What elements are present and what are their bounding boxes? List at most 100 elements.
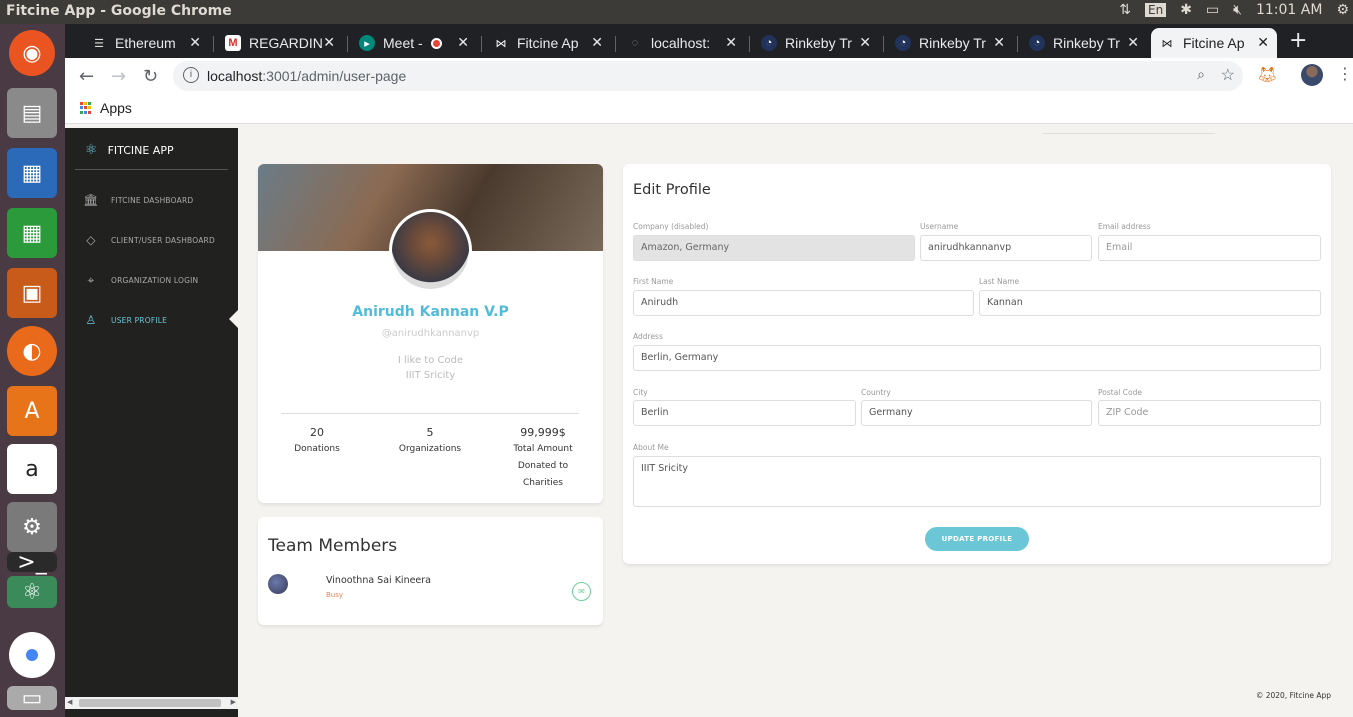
gmail-icon: M: [225, 35, 241, 51]
update-profile-button[interactable]: UPDATE PROFILE: [925, 527, 1029, 551]
user-card: Anirudh Kannan V.P @anirudhkannanvp I li…: [258, 164, 603, 503]
browser-toolbar: ← → ↻ i localhost:3001/admin/user-page ⌕…: [65, 58, 1353, 94]
gear-icon[interactable]: ⚙: [1336, 2, 1349, 18]
edit-profile-title: Edit Profile: [633, 182, 711, 198]
country-label: Country: [861, 388, 891, 397]
user-icon: ♙: [85, 313, 97, 327]
close-tab-icon[interactable]: ✕: [189, 34, 201, 51]
calc-icon[interactable]: ▦: [7, 208, 57, 258]
close-tab-icon[interactable]: ✕: [993, 34, 1005, 51]
writer-icon[interactable]: ▦: [7, 148, 57, 198]
country-field[interactable]: Germany: [861, 400, 1092, 426]
about-label: About Me: [633, 443, 669, 452]
main-content: Anirudh Kannan V.P @anirudhkannanvp I li…: [238, 128, 1353, 717]
city-field[interactable]: Berlin: [633, 400, 856, 426]
stat-donations: 20 Donations: [294, 426, 340, 454]
files-icon[interactable]: ▤: [7, 88, 57, 138]
menu-icon[interactable]: ⋮: [1337, 64, 1353, 83]
tab-meet[interactable]: ▸ Meet - ✕: [351, 28, 477, 58]
etherscan-icon: ◔: [761, 35, 777, 51]
impress-icon[interactable]: ▣: [7, 268, 57, 318]
close-tab-icon[interactable]: ✕: [859, 34, 871, 51]
apps-shortcut[interactable]: Apps: [80, 100, 132, 116]
first-name-label: First Name: [633, 277, 674, 286]
sidebar-item-client-dashboard[interactable]: ◇ CLIENT/USER DASHBOARD: [83, 232, 215, 248]
terminal-icon[interactable]: >_: [7, 550, 57, 575]
forward-icon[interactable]: →: [111, 66, 126, 87]
edit-profile-card: Edit Profile Company (disabled) Amazon, …: [623, 164, 1331, 564]
username-label: Username: [920, 222, 959, 231]
react-logo-icon: ⚛: [85, 142, 98, 158]
message-button[interactable]: ✉: [572, 582, 591, 601]
close-tab-icon[interactable]: ✕: [1127, 34, 1139, 51]
firefox-icon[interactable]: ◐: [7, 326, 57, 376]
company-label: Company (disabled): [633, 222, 709, 231]
bookmark-star-icon[interactable]: ☆: [1221, 65, 1235, 85]
new-tab-button[interactable]: +: [1289, 28, 1307, 53]
clock[interactable]: 11:01 AM: [1256, 2, 1322, 18]
sidebar-horizontal-scrollbar[interactable]: ◀ ▶: [65, 697, 238, 709]
profile-name[interactable]: Anirudh Kannan V.P: [258, 304, 603, 320]
tab-gmail[interactable]: M REGARDIN ✕: [217, 28, 343, 58]
address-bar[interactable]: i localhost:3001/admin/user-page ⌕ ☆: [173, 61, 1243, 91]
app-sidebar: ⚛ FITCINE APP 🏛︎ FITCINE DASHBOARD ◇ CLI…: [65, 128, 238, 717]
browser-tab-strip: ☰ Ethereum ✕ M REGARDIN ✕ ▸ Meet - ✕ ⋈ F…: [65, 24, 1353, 58]
close-tab-icon[interactable]: ✕: [323, 34, 335, 51]
first-name-field[interactable]: Anirudh: [633, 290, 974, 316]
tab-rinkeby-3[interactable]: ◔ Rinkeby Tr ✕: [1021, 28, 1147, 58]
apps-grid-icon: [80, 102, 92, 114]
tab-rinkeby-1[interactable]: ◔ Rinkeby Tr ✕: [753, 28, 879, 58]
sidebar-item-user-profile[interactable]: ♙ USER PROFILE: [83, 312, 167, 328]
email-label: Email address: [1098, 222, 1151, 231]
settings-icon[interactable]: ⚙: [7, 502, 57, 552]
stat-organizations: 5 Organizations: [398, 426, 462, 454]
tab-ethereum[interactable]: ☰ Ethereum ✕: [83, 28, 209, 58]
postal-code-label: Postal Code: [1098, 388, 1142, 397]
tab-localhost[interactable]: ◌ localhost: ✕: [619, 28, 745, 58]
close-tab-icon[interactable]: ✕: [1257, 34, 1269, 51]
keyboard-layout[interactable]: En: [1145, 3, 1167, 17]
site-info-icon[interactable]: i: [183, 67, 199, 83]
chrome-icon[interactable]: [9, 632, 55, 678]
reload-icon[interactable]: ↻: [143, 66, 158, 87]
ubuntu-icon[interactable]: ◉: [9, 30, 55, 76]
address-field[interactable]: Berlin, Germany: [633, 345, 1321, 371]
active-indicator: [229, 310, 238, 328]
sidebar-item-fitcine-dashboard[interactable]: 🏛︎ FITCINE DASHBOARD: [83, 192, 193, 208]
envelope-icon: ✉: [578, 587, 585, 596]
metamask-icon[interactable]: 🦊︎: [1257, 65, 1277, 84]
window-title: Fitcine App - Google Chrome: [6, 3, 232, 19]
sidebar-item-organization-login[interactable]: ⌖ ORGANIZATION LOGIN: [83, 272, 199, 288]
trash-icon[interactable]: ▭: [7, 686, 57, 711]
last-name-field[interactable]: Kannan: [979, 290, 1321, 316]
stat-total-amount: 99,999$ Total Amount Donated to Charitie…: [513, 426, 573, 488]
system-tray: ⇅ En ✱ ▭ 🔇︎ 11:01 AM ⚙: [1119, 2, 1353, 18]
profile-avatar[interactable]: [1301, 64, 1323, 86]
battery-icon[interactable]: ▭: [1206, 2, 1219, 18]
zoom-icon[interactable]: ⌕: [1197, 66, 1205, 83]
software-center-icon[interactable]: A: [7, 386, 57, 436]
tab-rinkeby-2[interactable]: ◔ Rinkeby Tr ✕: [887, 28, 1013, 58]
close-tab-icon[interactable]: ✕: [591, 34, 603, 51]
back-icon[interactable]: ←: [79, 66, 94, 87]
about-textarea[interactable]: IIIT Sricity: [633, 456, 1321, 507]
username-field[interactable]: anirudhkannanvp: [920, 235, 1092, 261]
close-tab-icon[interactable]: ✕: [725, 34, 737, 51]
member-name: Vinoothna Sai Kineera: [326, 575, 432, 586]
email-field[interactable]: Email: [1098, 235, 1321, 261]
app-brand[interactable]: ⚛ FITCINE APP: [85, 142, 174, 158]
tab-fitcine[interactable]: ⋈ Fitcine Ap ✕: [485, 28, 611, 58]
amazon-icon[interactable]: a: [7, 444, 57, 494]
company-field: Amazon, Germany: [633, 235, 915, 261]
bluetooth-icon[interactable]: ✱: [1180, 2, 1192, 18]
postal-code-field[interactable]: ZIP Code: [1098, 400, 1321, 426]
url-text[interactable]: localhost:3001/admin/user-page: [207, 68, 406, 84]
os-launcher: ◉ ▤ ▦ ▦ ▣ ◐ A a ⚙ >_ ⚛ ▭: [0, 24, 65, 717]
network-icon[interactable]: ⇅: [1119, 2, 1131, 18]
team-title: Team Members: [268, 536, 398, 556]
volume-icon[interactable]: 🔇︎: [1233, 2, 1242, 18]
tab-fitcine-active[interactable]: ⋈ Fitcine Ap ✕: [1151, 28, 1277, 58]
close-tab-icon[interactable]: ✕: [457, 34, 469, 51]
atom-icon[interactable]: ⚛: [7, 576, 57, 608]
os-top-bar: Fitcine App - Google Chrome ⇅ En ✱ ▭ 🔇︎ …: [0, 0, 1353, 24]
